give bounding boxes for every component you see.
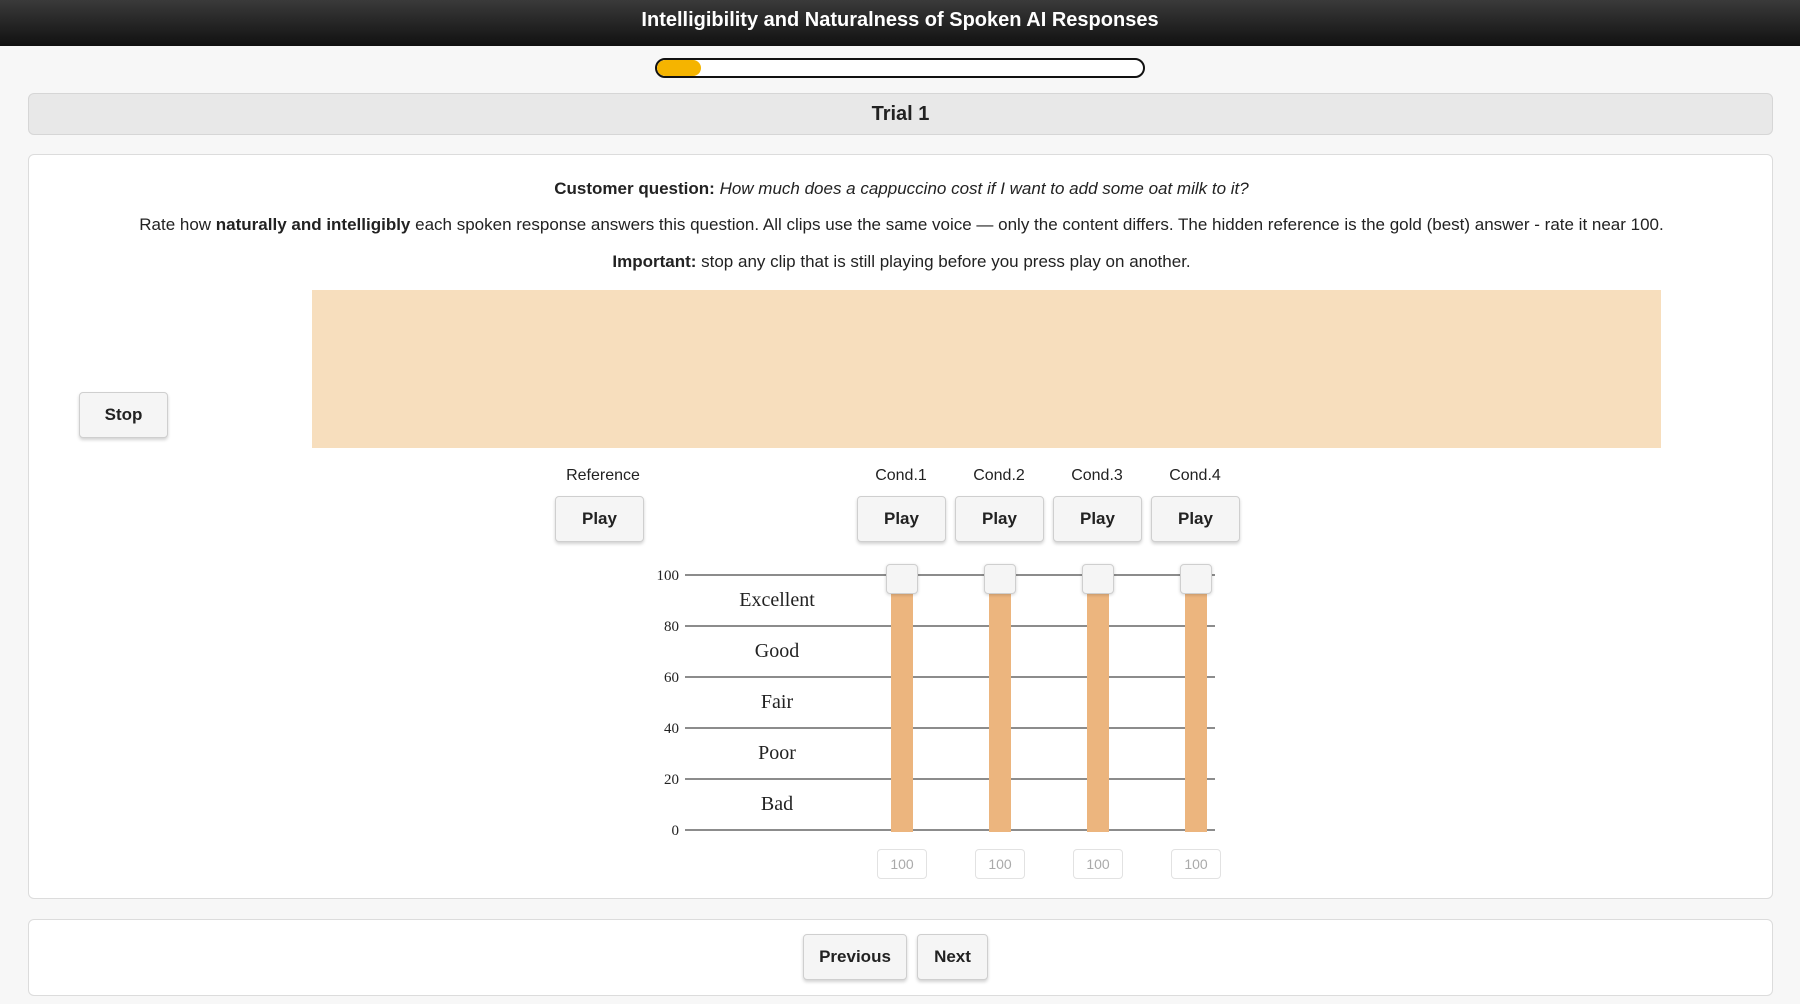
cond1-play-button[interactable]: Play xyxy=(857,496,946,542)
cond1-slider-handle[interactable] xyxy=(886,564,918,594)
cond1-value: 100 xyxy=(877,849,927,879)
rate-bold: naturally and intelligibly xyxy=(215,215,411,234)
tick-label: 80 xyxy=(664,619,679,635)
cond4-play-button[interactable]: Play xyxy=(1151,496,1240,542)
category-label: Fair xyxy=(761,691,794,713)
question-text: How much does a cappuccino cost if I wan… xyxy=(719,179,1249,198)
stop-button[interactable]: Stop xyxy=(79,392,168,438)
category-label: Poor xyxy=(758,742,796,764)
important-note: Important: stop any clip that is still p… xyxy=(29,252,1774,272)
previous-button[interactable]: Previous xyxy=(803,934,907,980)
category-label: Good xyxy=(755,640,799,662)
important-label: Important: xyxy=(612,252,697,271)
trial-header: Trial 1 xyxy=(28,93,1773,135)
cond3-slider-track[interactable] xyxy=(1087,575,1109,832)
app-header: Intelligibility and Naturalness of Spoke… xyxy=(0,0,1800,46)
cond4-label: Cond.4 xyxy=(1169,467,1221,484)
cond4-slider-track[interactable] xyxy=(1185,575,1207,832)
reference-label: Reference xyxy=(566,467,640,484)
rating-instructions: Rate how naturally and intelligibly each… xyxy=(29,215,1774,235)
cond1-slider-track[interactable] xyxy=(891,575,913,832)
tick-label: 20 xyxy=(664,772,679,788)
tick-label: 100 xyxy=(657,568,680,584)
cond4-value: 100 xyxy=(1171,849,1221,879)
tick-label: 60 xyxy=(664,670,679,686)
question-label: Customer question: xyxy=(554,179,715,198)
next-button[interactable]: Next xyxy=(917,934,988,980)
cond2-slider-handle[interactable] xyxy=(984,564,1016,594)
category-label: Bad xyxy=(761,793,793,815)
cond3-value: 100 xyxy=(1073,849,1123,879)
reference-play-button[interactable]: Play xyxy=(555,496,644,542)
cond3-slider-handle[interactable] xyxy=(1082,564,1114,594)
category-label: Excellent xyxy=(739,589,815,611)
rate-prefix: Rate how xyxy=(139,215,216,234)
waveform-display[interactable] xyxy=(312,290,1661,448)
progress-fill xyxy=(657,60,701,76)
cond4-slider-handle[interactable] xyxy=(1180,564,1212,594)
cond2-slider-track[interactable] xyxy=(989,575,1011,832)
page-title: Intelligibility and Naturalness of Spoke… xyxy=(641,9,1159,31)
tick-label: 40 xyxy=(664,721,679,737)
rating-panel: Customer question: How much does a cappu… xyxy=(28,154,1773,899)
rating-scale: 100 80 60 40 20 0 Excellent Good Fair Po… xyxy=(657,568,1215,839)
cond3-play-button[interactable]: Play xyxy=(1053,496,1142,542)
cond2-value: 100 xyxy=(975,849,1025,879)
tick-label: 0 xyxy=(672,823,680,839)
progress-bar xyxy=(655,58,1145,78)
important-text: stop any clip that is still playing befo… xyxy=(696,252,1191,271)
trial-title: Trial 1 xyxy=(871,103,930,125)
customer-question: Customer question: How much does a cappu… xyxy=(29,179,1774,199)
navigation-panel: Previous Next xyxy=(28,919,1773,996)
rate-suffix: each spoken response answers this questi… xyxy=(410,215,1664,234)
cond2-play-button[interactable]: Play xyxy=(955,496,1044,542)
